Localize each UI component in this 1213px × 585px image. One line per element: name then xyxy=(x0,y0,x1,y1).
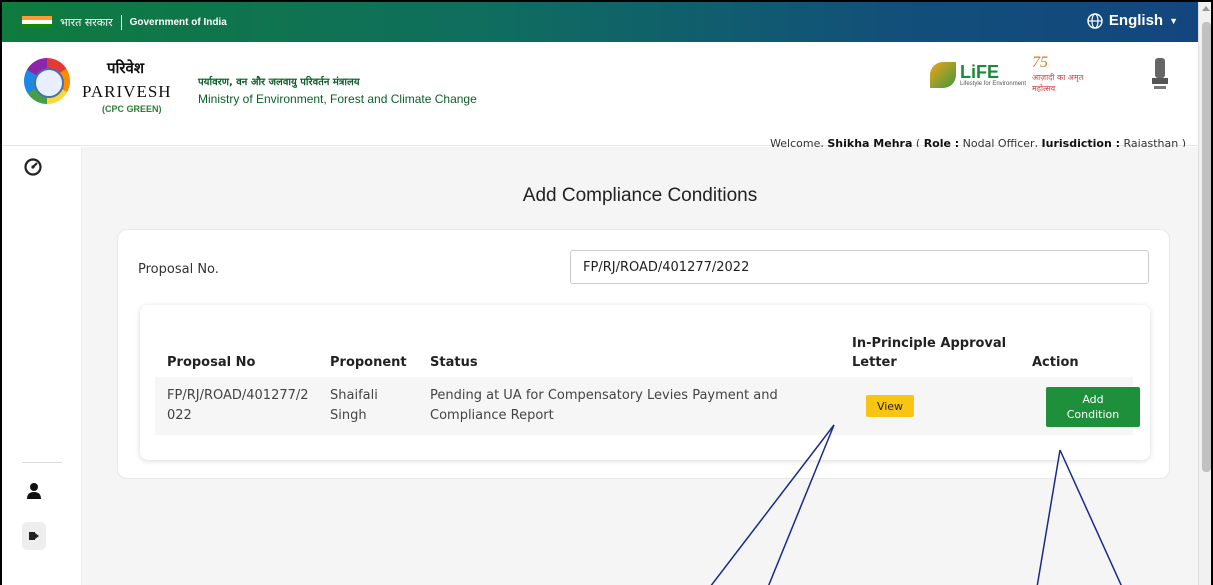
logout-button[interactable] xyxy=(22,522,46,550)
azadi-text: आज़ादी का अमृत महोत्सव xyxy=(1032,73,1084,93)
dashboard-icon[interactable] xyxy=(24,158,42,176)
parivesh-logo-icon xyxy=(24,58,70,104)
site-header: परिवेश PARIVESH (CPC GREEN) पर्यावरण, वन… xyxy=(2,42,1198,150)
table-row: FP/RJ/ROAD/401277/2 022 Shaifali Singh P… xyxy=(155,377,1140,435)
gov-english-label: Government of India xyxy=(129,16,227,28)
national-emblem-icon xyxy=(1152,58,1168,89)
page-scrollbar[interactable] xyxy=(1198,2,1211,585)
th-approval-letter-line1: In-Principle Approval xyxy=(852,336,1007,351)
proposal-no-input[interactable] xyxy=(570,250,1149,284)
gov-bar: भारत सरकार Government of India English ▼ xyxy=(2,2,1198,42)
life-logo: LiFE Lifestyle for Environment xyxy=(930,62,1026,88)
th-proposal-no: Proposal No xyxy=(167,355,256,370)
globe-icon xyxy=(1087,12,1103,29)
view-letter-button[interactable]: View xyxy=(866,395,914,417)
azadi-logo: 75 आज़ादी का अमृत महोत्सव xyxy=(1032,54,1102,98)
brand-english: PARIVESH xyxy=(82,82,172,101)
cell-status-line2: Compliance Report xyxy=(430,408,554,423)
cell-status-line1: Pending at UA for Compensatory Levies Pa… xyxy=(430,388,778,403)
th-approval-letter: In-Principle Approval Letter xyxy=(852,334,1006,372)
left-sidebar xyxy=(2,147,82,585)
scroll-up-arrow-icon[interactable] xyxy=(1202,6,1210,11)
brand-subtitle: (CPC GREEN) xyxy=(102,104,162,114)
cell-proposal-no-line2: 022 xyxy=(167,408,192,423)
compliance-card: Proposal No. Proposal No Proponent Statu… xyxy=(117,229,1170,479)
user-icon[interactable] xyxy=(26,482,42,500)
th-status: Status xyxy=(430,355,478,370)
life-subtitle: Lifestyle for Environment xyxy=(960,81,1027,87)
app-frame: भारत सरकार Government of India English ▼… xyxy=(0,0,1213,585)
add-condition-line2: Condition xyxy=(1066,408,1120,421)
th-approval-letter-line2: Letter xyxy=(852,355,897,370)
cell-status: Pending at UA for Compensatory Levies Pa… xyxy=(430,386,778,426)
th-action: Action xyxy=(1032,355,1079,370)
language-label: English xyxy=(1108,12,1164,29)
sidebar-divider xyxy=(22,462,62,463)
language-selector[interactable]: English ▼ xyxy=(1087,12,1178,29)
life-text: LiFE xyxy=(960,62,999,82)
azadi-75: 75 xyxy=(1032,54,1048,71)
logout-icon xyxy=(29,532,39,540)
th-proponent: Proponent xyxy=(330,355,407,370)
cell-proponent: Shaifali Singh xyxy=(330,386,378,426)
proposal-no-label: Proposal No. xyxy=(138,262,219,277)
ministry-hindi: पर्यावरण, वन और जलवायु परिवर्तन मंत्रालय xyxy=(198,77,360,88)
cell-proponent-line2: Singh xyxy=(330,408,367,423)
scroll-thumb[interactable] xyxy=(1202,22,1211,472)
add-condition-button[interactable]: Add Condition xyxy=(1046,387,1140,427)
life-leaf-icon xyxy=(930,62,956,88)
proposal-table: Proposal No Proponent Status In-Principl… xyxy=(140,305,1150,460)
cell-proposal-no: FP/RJ/ROAD/401277/2 022 xyxy=(167,386,309,426)
chevron-down-icon: ▼ xyxy=(1169,15,1178,26)
brand-hindi: परिवेश xyxy=(107,59,145,77)
ministry-english: Ministry of Environment, Forest and Clim… xyxy=(198,92,477,106)
india-flag-icon xyxy=(22,16,52,28)
cell-proponent-line1: Shaifali xyxy=(330,388,378,403)
cell-proposal-no-line1: FP/RJ/ROAD/401277/2 xyxy=(167,388,309,403)
gov-hindi-label: भारत सरकार xyxy=(60,14,122,30)
add-condition-line1: Add xyxy=(1082,393,1104,406)
page-title: Add Compliance Conditions xyxy=(522,185,758,206)
main-content: Add Compliance Conditions Proposal No. P… xyxy=(82,147,1198,585)
